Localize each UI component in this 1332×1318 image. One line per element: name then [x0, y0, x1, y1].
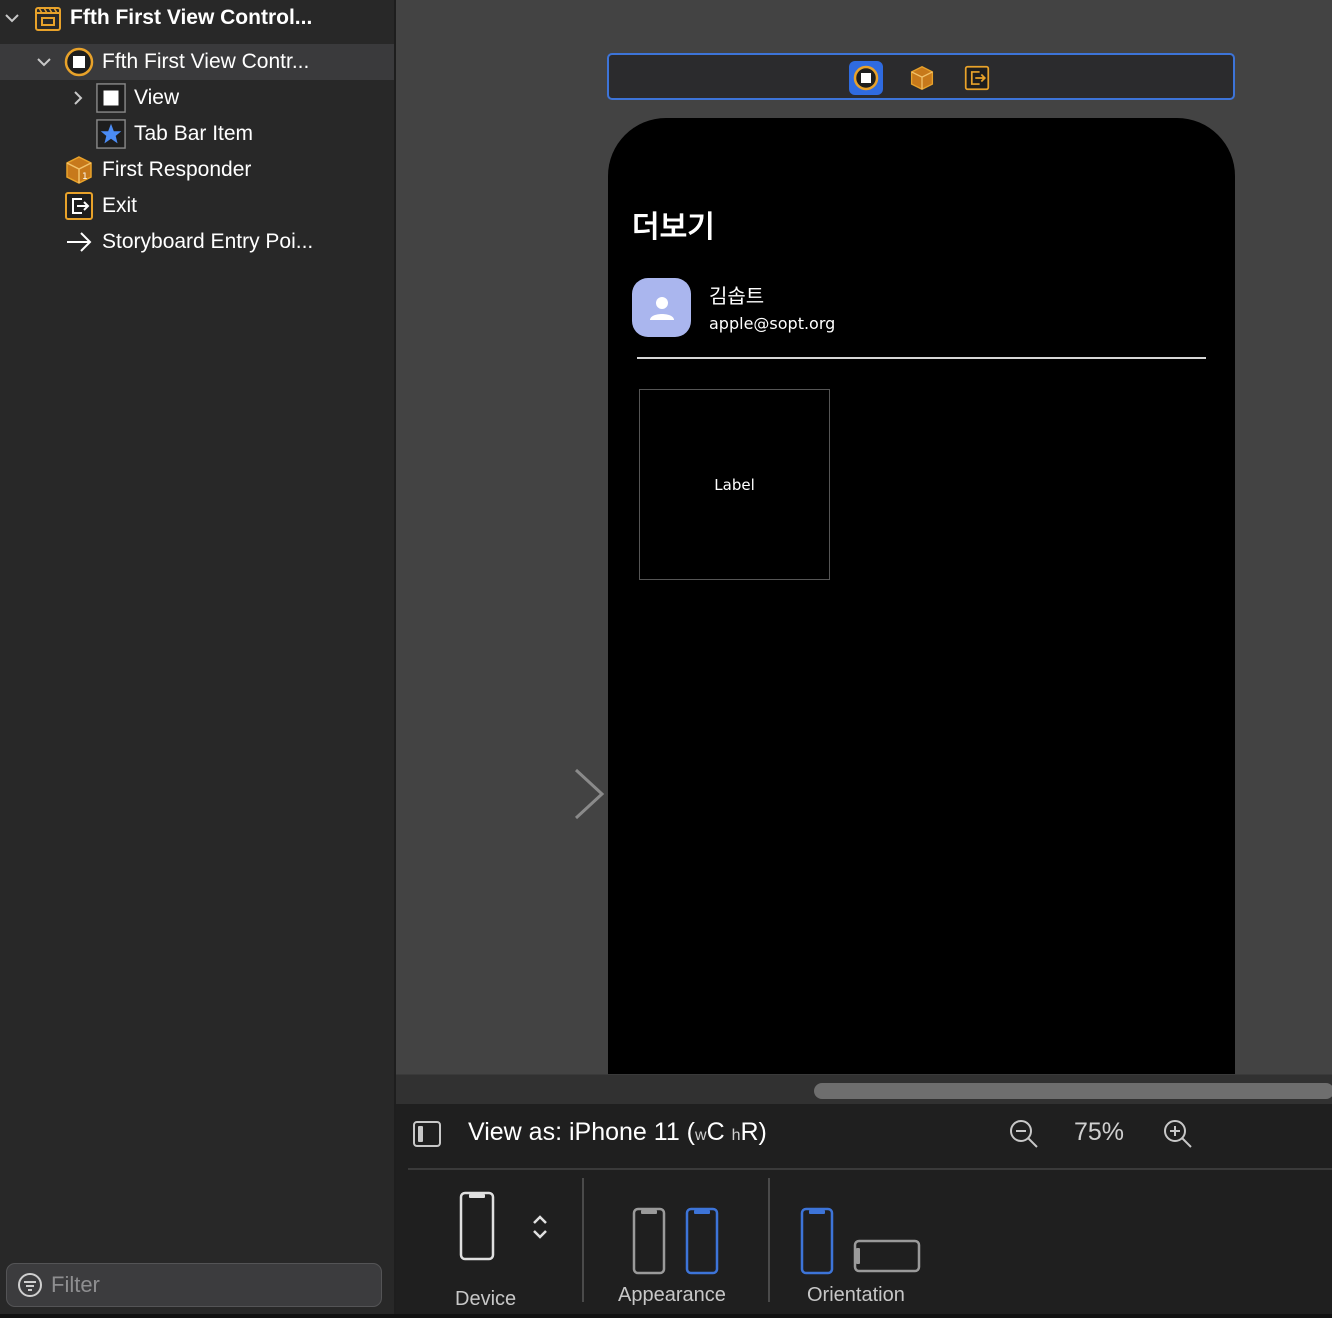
person-icon [649, 296, 674, 320]
separator [768, 1178, 770, 1302]
chevron-down-icon[interactable] [34, 52, 54, 72]
exit-icon[interactable] [960, 61, 994, 95]
device-config-bar: View as: iPhone 11 (wC hR) 75% Device Ap… [396, 1104, 1332, 1318]
zoom-out-icon[interactable] [1008, 1118, 1040, 1150]
outline-item-first-responder[interactable]: 1 First Responder [0, 152, 394, 188]
outline-item-scene[interactable]: Ffth First View Control... [0, 0, 394, 36]
outline-item-label: First Responder [102, 158, 252, 181]
chevron-down-icon[interactable] [2, 8, 22, 28]
size-class-w-value: C [706, 1118, 725, 1146]
profile-email: apple@sopt.org [709, 314, 836, 333]
screen-title: 더보기 [632, 210, 715, 245]
outline-item-label: Tab Bar Item [134, 122, 254, 145]
horizontal-scrollbar[interactable] [396, 1074, 1332, 1104]
landscape-orientation-icon[interactable] [852, 1238, 922, 1274]
scene-dock [607, 53, 1235, 100]
outline-item-view[interactable]: View [0, 80, 394, 116]
view-controller-icon [64, 47, 94, 77]
zoom-in-icon[interactable] [1162, 1118, 1194, 1150]
outline-item-label: Ffth First View Control... [70, 6, 313, 29]
separator [582, 1178, 584, 1302]
chevron-up-down-icon[interactable] [528, 1212, 552, 1242]
portrait-orientation-icon[interactable] [799, 1206, 835, 1276]
outline-item-exit[interactable]: Exit [0, 188, 394, 224]
appearance-dark-icon[interactable] [684, 1206, 720, 1276]
view-icon [96, 83, 126, 113]
avatar[interactable] [632, 278, 691, 337]
scrollbar-thumb[interactable] [814, 1083, 1332, 1099]
size-class-h-value: R) [740, 1118, 767, 1146]
outline-item-tab-bar-item[interactable]: Tab Bar Item [0, 116, 394, 152]
view-as-prefix: View as: iPhone 11 ( [468, 1118, 695, 1146]
sidebar-toggle-icon[interactable] [412, 1120, 442, 1148]
separator [408, 1168, 1332, 1170]
view-controller-icon[interactable] [849, 61, 883, 95]
device-label: Device [455, 1288, 517, 1310]
filter-input[interactable] [51, 1272, 351, 1298]
outline-item-label: View [134, 86, 180, 109]
label-view[interactable]: Label [639, 389, 830, 580]
iphone-screen[interactable]: 더보기 김솝트 apple@sopt.org Label [608, 118, 1235, 1074]
profile-name: 김솝트 [709, 284, 765, 308]
exit-icon [64, 191, 94, 221]
outline-item-label: Storyboard Entry Poi... [102, 230, 314, 253]
outline-item-entry-point[interactable]: Storyboard Entry Poi... [0, 224, 394, 260]
entry-point-arrow[interactable] [456, 766, 608, 822]
appearance-light-icon[interactable] [631, 1206, 667, 1276]
star-icon [96, 119, 126, 149]
device-phone-icon[interactable] [458, 1190, 496, 1262]
arrow-right-icon [64, 227, 94, 257]
size-class-w: w [695, 1127, 707, 1144]
appearance-label: Appearance [618, 1284, 726, 1306]
storyboard-canvas[interactable]: 더보기 김솝트 apple@sopt.org Label [396, 0, 1332, 1074]
scene-icon [33, 3, 63, 33]
view-as-label: View as: iPhone 11 (wC hR) [468, 1118, 767, 1147]
svg-text:1: 1 [82, 172, 88, 182]
outline-item-view-controller[interactable]: Ffth First View Contr... [0, 44, 394, 80]
orientation-label: Orientation [807, 1284, 905, 1306]
first-responder-icon[interactable] [905, 61, 939, 95]
outline-item-label: Exit [102, 194, 138, 217]
document-outline: Ffth First View Control... Ffth First Vi… [0, 0, 394, 1318]
chevron-right-icon[interactable] [68, 88, 88, 108]
filter-icon [17, 1272, 43, 1298]
first-responder-icon: 1 [64, 155, 94, 185]
outline-item-label: Ffth First View Contr... [102, 50, 310, 73]
zoom-level: 75% [1074, 1118, 1125, 1146]
divider [637, 357, 1206, 359]
label-text: Label [714, 475, 755, 494]
window-edge [0, 1314, 1332, 1318]
filter-field[interactable] [6, 1263, 382, 1307]
